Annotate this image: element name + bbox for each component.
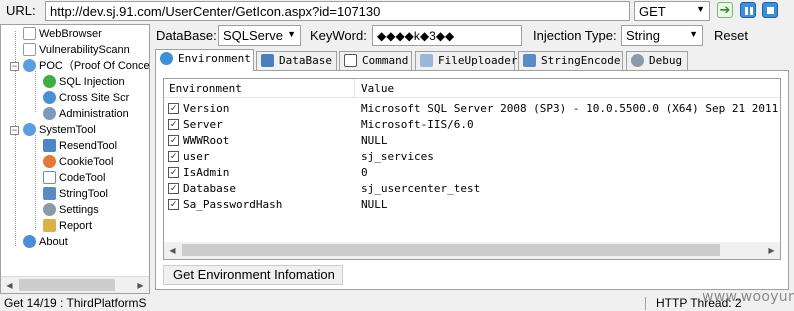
list-item[interactable]: ✓ Database sj_usercenter_test (164, 181, 780, 197)
environment-list[interactable]: Environment Value ✓ Version Microsoft SQ… (163, 78, 781, 260)
cookie-icon (43, 154, 56, 168)
list-item[interactable]: ✓ user sj_services (164, 149, 780, 165)
keyword-label: KeyWord: (310, 28, 367, 43)
gear-icon (23, 58, 36, 72)
scroll-right-icon[interactable]: ▶ (132, 277, 149, 293)
string-icon (43, 186, 56, 200)
tree-item-report[interactable]: Report (43, 218, 92, 234)
stop-icon[interactable] (762, 2, 778, 18)
tree-item-systemtool[interactable]: SystemTool (23, 122, 96, 138)
injection-type-label: Injection Type: (533, 28, 617, 43)
tree-item-about[interactable]: About (23, 234, 68, 250)
database-label: DataBase: (156, 28, 217, 43)
upload-icon (420, 54, 433, 67)
tree-horizontal-scrollbar[interactable]: ◀ ▶ (1, 276, 149, 293)
go-arrow-icon[interactable]: ➔ (717, 2, 733, 18)
collapse-toggle-systemtool[interactable]: − (10, 126, 19, 135)
options-row: DataBase: SQLServe ▼ KeyWord: ◆◆◆◆k◆3◆◆ … (154, 25, 794, 47)
scroll-right-icon[interactable]: ▶ (763, 242, 780, 259)
keyword-input[interactable]: ◆◆◆◆k◆3◆◆ (372, 25, 522, 46)
collapse-toggle-poc[interactable]: − (10, 62, 19, 71)
scroll-left-icon[interactable]: ◀ (164, 242, 181, 259)
status-progress-text: Get 14/19 : ThirdPlatformS (4, 296, 147, 310)
database-select[interactable]: SQLServe ▼ (218, 25, 301, 46)
tree-item-stringtool[interactable]: StringTool (43, 186, 108, 202)
row-checkbox[interactable]: ✓ (168, 151, 179, 162)
list-item[interactable]: ✓ IsAdmin 0 (164, 165, 780, 181)
tree-item-cookietool[interactable]: CookieTool (43, 154, 113, 170)
row-checkbox[interactable]: ✓ (168, 167, 179, 178)
encode-icon (523, 54, 536, 67)
tab-database[interactable]: DataBase (256, 51, 337, 70)
tab-fileuploader[interactable]: FileUploader (415, 51, 517, 70)
tree-item-poc[interactable]: POC（Proof Of Conce (23, 58, 149, 74)
navigation-tree[interactable]: WebBrowser VulnerabilityScann − POC（Proo… (0, 24, 150, 294)
row-checkbox[interactable]: ✓ (168, 199, 179, 210)
column-header-value[interactable]: Value (361, 82, 394, 95)
chevron-down-icon: ▼ (287, 29, 296, 39)
tree-item-resendtool[interactable]: ResendTool (43, 138, 117, 154)
tab-environment[interactable]: Environment (155, 49, 254, 71)
list-header: Environment Value (164, 79, 780, 98)
row-checkbox[interactable]: ✓ (168, 183, 179, 194)
tab-debug[interactable]: Debug (626, 51, 688, 70)
tree-item-codetool[interactable]: CodeTool (43, 170, 105, 186)
tab-stringencode[interactable]: StringEncode (518, 51, 623, 70)
reset-button[interactable]: Reset (707, 25, 755, 46)
row-checkbox[interactable]: ✓ (168, 103, 179, 114)
tab-command[interactable]: Command (339, 51, 412, 70)
scan-icon (23, 42, 36, 56)
admin-icon (43, 106, 56, 120)
scroll-thumb[interactable] (19, 279, 115, 291)
list-item[interactable]: ✓ Sa_PasswordHash NULL (164, 197, 780, 213)
list-item[interactable]: ✓ WWWRoot NULL (164, 133, 780, 149)
resend-icon (43, 138, 56, 152)
row-checkbox[interactable]: ✓ (168, 119, 179, 130)
settings-icon (43, 202, 56, 216)
http-method-value: GET (639, 4, 666, 19)
column-header-environment[interactable]: Environment (169, 82, 242, 95)
code-icon (43, 170, 56, 184)
report-icon (43, 218, 56, 232)
database-select-value: SQLServe (223, 28, 283, 43)
url-toolbar: URL: http://dev.sj.91.com/UserCenter/Get… (0, 0, 794, 22)
database-icon (261, 54, 274, 67)
scroll-thumb[interactable] (182, 244, 720, 256)
tree-item-settings[interactable]: Settings (43, 202, 99, 218)
status-bar: Get 14/19 : ThirdPlatformS HTTP Thread: … (0, 295, 794, 311)
environment-icon (160, 52, 173, 65)
tree-item-vulnerabilityscanner[interactable]: VulnerabilityScann (23, 42, 130, 58)
tree-item-xss[interactable]: Cross Site Scr (43, 90, 129, 106)
command-icon (344, 54, 357, 67)
chevron-down-icon: ▼ (696, 4, 705, 14)
url-input[interactable]: http://dev.sj.91.com/UserCenter/GetIcon.… (45, 1, 630, 21)
row-checkbox[interactable]: ✓ (168, 135, 179, 146)
watermark: www.wooyun.org (702, 289, 794, 305)
tree-item-webbrowser[interactable]: WebBrowser (23, 26, 102, 42)
tree-item-sql-injection[interactable]: SQL Injection (43, 74, 125, 90)
injection-type-select[interactable]: String ▼ (621, 25, 703, 46)
gear-icon (23, 122, 36, 136)
check-icon (43, 74, 56, 88)
chevron-down-icon: ▼ (689, 29, 698, 39)
url-label: URL: (6, 3, 36, 18)
injection-type-value: String (626, 28, 660, 43)
list-horizontal-scrollbar[interactable]: ◀ ▶ (164, 242, 780, 259)
scroll-left-icon[interactable]: ◀ (1, 277, 18, 293)
list-item[interactable]: ✓ Version Microsoft SQL Server 2008 (SP3… (164, 101, 780, 117)
get-environment-button[interactable]: Get Environment Infomation (163, 265, 343, 285)
tree-item-administration[interactable]: Administration (43, 106, 129, 122)
http-method-select[interactable]: GET ▼ (634, 1, 710, 21)
help-icon (23, 234, 36, 248)
pause-icon[interactable] (740, 2, 756, 18)
browser-icon (23, 26, 36, 40)
list-item[interactable]: ✓ Server Microsoft-IIS/6.0 (164, 117, 780, 133)
environment-panel: Environment Value ✓ Version Microsoft SQ… (155, 70, 789, 290)
x-circle-icon (43, 90, 56, 104)
debug-icon (631, 54, 644, 67)
